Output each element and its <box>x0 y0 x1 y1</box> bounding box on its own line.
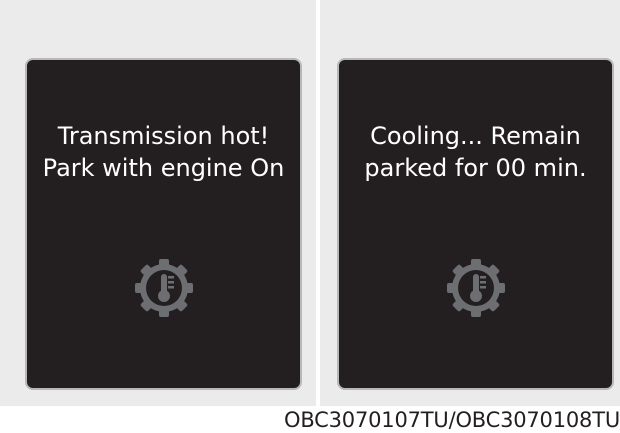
warning-message-line-2: Park with engine On <box>42 154 285 182</box>
cooling-message-line-2: parked for 00 min. <box>364 154 587 182</box>
cooling-message-line-1: Cooling... Remain <box>370 122 581 150</box>
transmission-temperature-icon <box>134 259 193 317</box>
warning-message-line-1: Transmission hot! <box>57 122 270 150</box>
warning-display-transmission-hot: Transmission hot! Park with engine On <box>25 58 302 390</box>
warning-display-cooling: Cooling... Remain parked for 00 min. <box>337 58 614 390</box>
warning-message: Transmission hot! Park with engine On <box>27 120 300 184</box>
transmission-temperature-icon <box>446 259 505 317</box>
cooling-message: Cooling... Remain parked for 00 min. <box>339 120 612 184</box>
figure-code-caption: OBC3070107TU/OBC3070108TU <box>284 408 620 432</box>
